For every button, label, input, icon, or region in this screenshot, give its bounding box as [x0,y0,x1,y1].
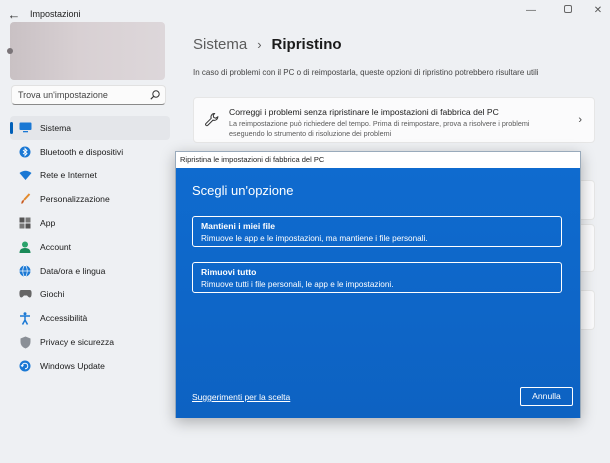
remove-everything-option[interactable]: Rimuovi tutto Rimuove tutti i file perso… [192,262,562,293]
wifi-icon [16,168,34,182]
account-icon [16,240,34,254]
breadcrumb: Sistema › Ripristino [193,36,342,53]
option-description: Rimuove tutti i file personali, le app e… [201,280,394,289]
keep-my-files-option[interactable]: Mantieni i miei file Rimuove le app e le… [192,216,562,247]
dialog-title: Ripristina le impostazioni di fabbrica d… [180,155,325,164]
sidebar-item-network[interactable]: Rete e Internet [10,164,170,188]
sidebar-nav: Sistema Bluetooth e dispositivi Rete e I… [10,116,170,378]
window-title: Impostazioni [30,9,81,19]
page-description: In caso di problemi con il PC o di reimp… [193,68,539,77]
sidebar-item-label: Accessibilità [40,313,88,324]
sidebar-item-label: Data/ora e lingua [40,265,106,276]
accessibility-icon [16,311,34,325]
search-input[interactable]: Trova un'impostazione [11,85,166,105]
search-placeholder: Trova un'impostazione [18,90,108,100]
wrench-icon [205,112,219,127]
gamepad-icon [16,287,34,301]
troubleshoot-card[interactable]: Correggi i problemi senza ripristinare l… [193,97,595,143]
option-description: Rimuove le app e le impostazioni, ma man… [201,234,428,243]
settings-window: ← Impostazioni — ✕ Trova un'impostazione… [0,0,610,463]
search-icon[interactable] [149,89,161,101]
sidebar-item-label: Account [40,241,72,252]
sidebar-item-privacy[interactable]: Privacy e sicurezza [10,330,170,354]
card-description: La reimpostazione può richiedere del tem… [229,119,530,138]
sidebar-item-label: Personalizzazione [40,194,110,205]
brush-icon [16,192,34,206]
chevron-right-icon: › [578,114,582,126]
option-title: Rimuovi tutto [201,267,257,277]
sidebar-item-label: Bluetooth e dispositivi [40,146,124,157]
maximize-button[interactable] [557,4,579,18]
update-icon [16,359,34,373]
minimize-button[interactable]: — [520,4,542,18]
sidebar-item-label: Windows Update [40,360,105,371]
page-title: Ripristino [271,36,342,53]
sidebar-item-sistema[interactable]: Sistema [10,116,170,140]
sidebar-item-accessibility[interactable]: Accessibilità [10,306,170,330]
breadcrumb-parent[interactable]: Sistema [193,36,247,53]
apps-icon [16,216,34,230]
user-profile-banner[interactable] [7,22,165,80]
sidebar-item-label: App [40,218,56,229]
sidebar-item-time-language[interactable]: Data/ora e lingua [10,259,170,283]
sidebar-item-bluetooth[interactable]: Bluetooth e dispositivi [10,140,170,164]
reset-pc-dialog: Ripristina le impostazioni di fabbrica d… [175,151,581,418]
monitor-icon [16,121,34,135]
help-choosing-link[interactable]: Suggerimenti per la scelta [192,392,290,402]
dialog-body: Scegli un'opzione Mantieni i miei file R… [176,168,580,418]
dialog-heading: Scegli un'opzione [192,183,294,198]
option-title: Mantieni i miei file [201,221,276,231]
back-arrow-icon[interactable]: ← [6,7,22,23]
avatar [7,48,13,54]
sidebar-item-label: Sistema [40,122,72,133]
globe-clock-icon [16,264,34,278]
sidebar-item-account[interactable]: Account [10,235,170,259]
sidebar-item-apps[interactable]: App [10,211,170,235]
chevron-right-icon: › [257,37,262,52]
sidebar-item-label: Rete e Internet [40,170,97,181]
maximize-icon [564,5,572,13]
sidebar-item-personalization[interactable]: Personalizzazione [10,187,170,211]
sidebar-item-windows-update[interactable]: Windows Update [10,354,170,378]
close-button[interactable]: ✕ [587,4,609,18]
card-title: Correggi i problemi senza ripristinare l… [229,107,499,117]
cancel-button[interactable]: Annulla [520,387,573,406]
shield-icon [16,335,34,349]
dialog-title-bar: Ripristina le impostazioni di fabbrica d… [176,152,580,168]
sidebar-item-label: Giochi [40,289,65,300]
bluetooth-icon [16,145,34,159]
sidebar-item-gaming[interactable]: Giochi [10,283,170,307]
sidebar-item-label: Privacy e sicurezza [40,337,115,348]
